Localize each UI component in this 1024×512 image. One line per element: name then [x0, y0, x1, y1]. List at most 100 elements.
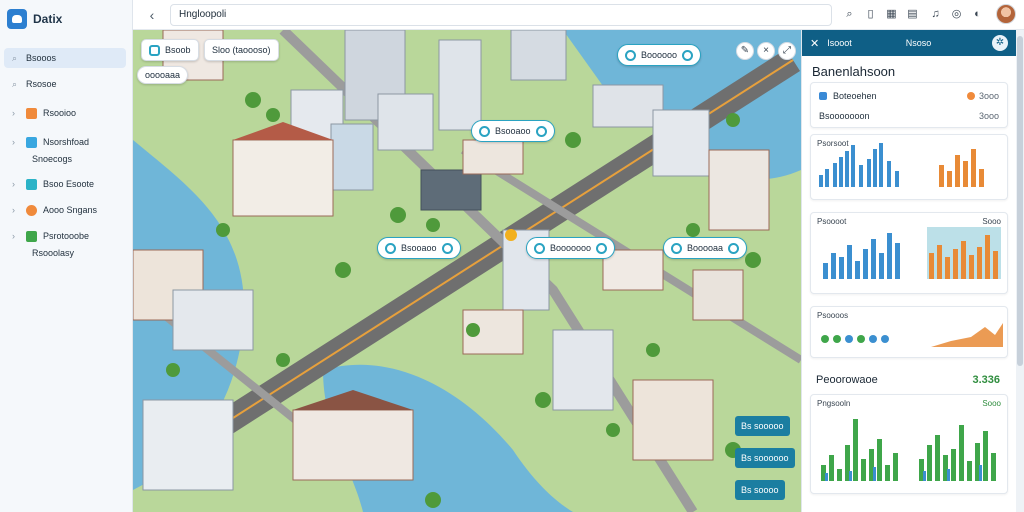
app-window: Datix ⌕ Bsooos ⌕ Rsosoe › Rsooioo › Nsor… [0, 0, 1024, 512]
callout-label: Boooooo [641, 50, 678, 60]
close-icon[interactable]: ✕ [810, 37, 819, 50]
map-callout[interactable]: Booooaa [663, 237, 748, 259]
app-name: Datix [33, 12, 63, 26]
gear-icon[interactable]: ✲ [992, 35, 1008, 51]
map-callout[interactable]: Bsooaoo [471, 120, 555, 142]
chevron-right-icon: › [12, 108, 15, 118]
chart-card: Pngsooln Sooo [810, 394, 1008, 494]
section-title: Peoorowaoe [816, 374, 878, 386]
map-side-chip[interactable]: Bs soooo [735, 480, 785, 500]
callout-label: Bsooaoo [495, 126, 531, 136]
panel-header-left[interactable]: Isooot [827, 38, 852, 48]
settings-icon[interactable]: ◎ [950, 8, 963, 21]
city-map[interactable]: Bsoob Sloo (taoooso) ooooaaa ✎ × ⤢ Boooo… [133, 30, 801, 512]
search-icon[interactable]: ⌕ [843, 8, 856, 21]
back-arrow-icon[interactable]: ‹ [143, 6, 161, 24]
filter-icon [149, 44, 160, 56]
chart-title: Psoooos [817, 311, 849, 320]
summary-row-value: 3ooo [978, 91, 999, 101]
sidebar-sub-label: Snoecogs [32, 154, 73, 164]
chevron-right-icon: › [12, 231, 15, 241]
filter-label: Bsoob [165, 45, 191, 55]
summary-row[interactable]: Boteoehen 3ooo [819, 88, 999, 104]
callout-label: Bsooaoo [401, 243, 437, 253]
chart-title: Psorsoot [817, 139, 849, 148]
avatar[interactable] [996, 4, 1016, 24]
summary-row-label: Boteoehen [833, 91, 877, 101]
scrollbar-thumb[interactable] [1017, 36, 1023, 366]
callout-label: Booooaa [687, 243, 724, 253]
map-pin-icon [479, 125, 490, 137]
sidebar-item-bsooos[interactable]: ⌕ Bsooos [4, 48, 126, 68]
sidebar-item-psrotooobe[interactable]: › Psrotooobe [4, 226, 126, 246]
map-search-chip[interactable]: Sloo (taoooso) [204, 39, 279, 61]
map-callout[interactable]: Bsooaoo [377, 237, 461, 259]
document-icon[interactable]: ▯ [864, 8, 877, 21]
map-pin-icon [671, 242, 682, 254]
top-bar: ‹ Hngloopoli ⌕ ▯ ▦ ▤ ♫ ◎ ◐ [133, 0, 1024, 30]
info-icon [441, 242, 453, 254]
sidebar-item-label: Bsoo Esoote [43, 179, 95, 189]
chart-card: Psoooot Sooo [810, 212, 1008, 294]
status-dot-icon [966, 92, 975, 100]
cloud-logo-icon [7, 9, 27, 29]
search-icon: ⌕ [12, 52, 18, 63]
grid-icon[interactable]: ▦ [885, 8, 898, 21]
chevron-right-icon: › [12, 205, 15, 215]
sidebar-item-rsosoe[interactable]: ⌕ Rsosoe [4, 74, 126, 94]
map-callout[interactable]: Booooooo [526, 237, 616, 259]
edit-icon[interactable]: ✎ [736, 42, 754, 60]
sidebar-item-aooo-sngans[interactable]: › Aooo Sngans [4, 200, 126, 220]
info-icon [596, 242, 608, 254]
panel-title: Banenlahsoon [812, 64, 896, 79]
expand-icon[interactable]: ⤢ [778, 42, 796, 60]
notification-icon[interactable]: ♫ [929, 8, 942, 21]
brand[interactable]: Datix [0, 0, 132, 38]
analytics-panel: ✕ Isooot Nsoso ✲ Banenlahsoon Boteoehen … [801, 30, 1016, 512]
info-icon [682, 49, 694, 61]
sidebar: Datix ⌕ Bsooos ⌕ Rsosoe › Rsooioo › Nsor… [0, 0, 133, 512]
sidebar-item-rsooioo[interactable]: › Rsooioo [4, 103, 126, 123]
sidebar-item-label: Nsorshfoad [43, 137, 90, 147]
chart-value: Sooo [982, 217, 1001, 226]
map-side-chip[interactable]: Bs sooooo [735, 416, 790, 436]
chart-bars-blue [823, 233, 900, 279]
map-callout[interactable]: Boooooo [617, 44, 702, 66]
chevron-right-icon: › [12, 137, 15, 147]
sidebar-item-label: Rsooioo [43, 108, 77, 118]
chart-card: Psoooos [810, 306, 1008, 358]
map-pin-icon [385, 242, 396, 254]
panel-scrollbar[interactable] [1016, 30, 1024, 512]
search-chip-label: Sloo (taoooso) [212, 45, 271, 55]
layers-icon [26, 230, 37, 242]
summary-row-value: 3ooo [978, 111, 999, 121]
info-icon [535, 125, 547, 137]
sidebar-item-label: Bsooos [26, 53, 57, 63]
address-field[interactable]: Hngloopoli [170, 4, 832, 26]
search-icon: ⌕ [12, 78, 18, 89]
sidebar-item-nsorshfoad[interactable]: › Nsorshfoad [4, 132, 126, 152]
summary-row[interactable]: Bsooooooon 3ooo [819, 108, 999, 124]
chart-bars-green [821, 419, 996, 481]
location-marker [505, 229, 517, 241]
chart-dots [821, 335, 889, 343]
chart-bars-orange [939, 149, 984, 187]
bar-chart [821, 419, 996, 481]
panel-header-center[interactable]: Nsoso [906, 38, 932, 48]
sidebar-item-label: Aooo Sngans [43, 205, 98, 215]
close-icon[interactable]: × [757, 42, 775, 60]
section-value: 3.336 [972, 374, 1000, 386]
sidebar-item-bsoo-esoote[interactable]: › Bsoo Esoote [4, 174, 126, 194]
profile-icon[interactable]: ◐ [971, 8, 984, 21]
panel-header: ✕ Isooot Nsoso ✲ [802, 30, 1016, 56]
chart-title: Psoooot [817, 217, 847, 226]
table-icon[interactable]: ▤ [906, 8, 919, 21]
map-pin-icon [625, 49, 636, 61]
cube-icon [26, 107, 37, 119]
map-side-chip[interactable]: Bs soooooo [735, 448, 795, 468]
chart-card: Psorsoot [810, 134, 1008, 200]
summary-card: Boteoehen 3ooo Bsooooooon 3ooo [810, 82, 1008, 128]
chart-bars-blue [819, 143, 899, 187]
filter-button[interactable]: Bsoob [141, 39, 199, 61]
status-dot-icon [819, 92, 827, 100]
